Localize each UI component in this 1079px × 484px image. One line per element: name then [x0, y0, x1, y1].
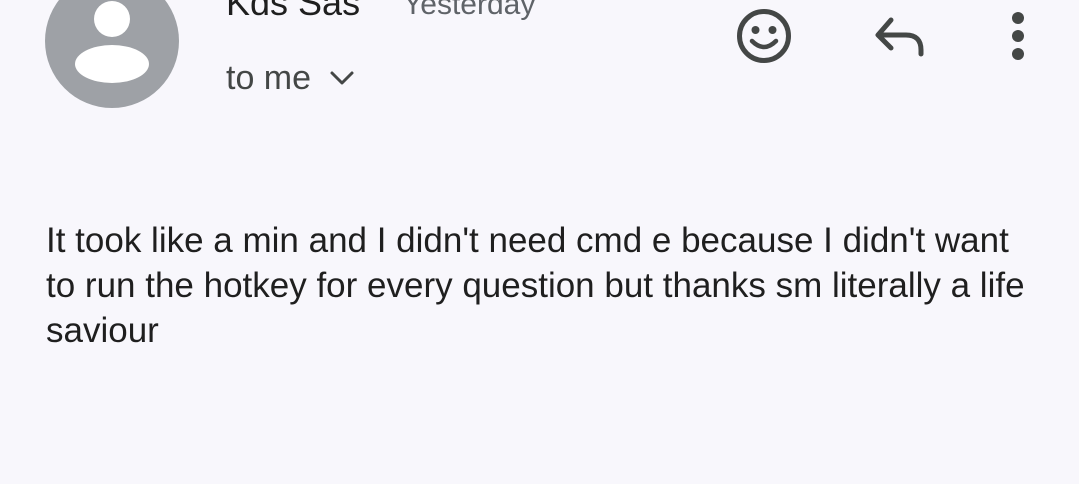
smiley-face-icon	[737, 9, 791, 63]
recipients-toggle[interactable]: to me	[226, 56, 355, 100]
emoji-reaction-button[interactable]	[731, 3, 797, 69]
chevron-down-icon	[330, 71, 354, 85]
sent-time: Yesterday	[403, 0, 536, 21]
more-vert-icon	[1012, 12, 1024, 60]
sender-name: Kds Sas	[226, 0, 361, 23]
more-options-button[interactable]	[990, 3, 1046, 69]
sender-avatar[interactable]	[45, 0, 179, 108]
person-placeholder-icon	[75, 1, 149, 83]
recipients-label: to me	[226, 59, 312, 97]
message-body: It took like a min and I didn't need cmd…	[46, 221, 1025, 350]
reply-arrow-icon	[875, 17, 924, 57]
reply-button[interactable]	[866, 3, 932, 69]
